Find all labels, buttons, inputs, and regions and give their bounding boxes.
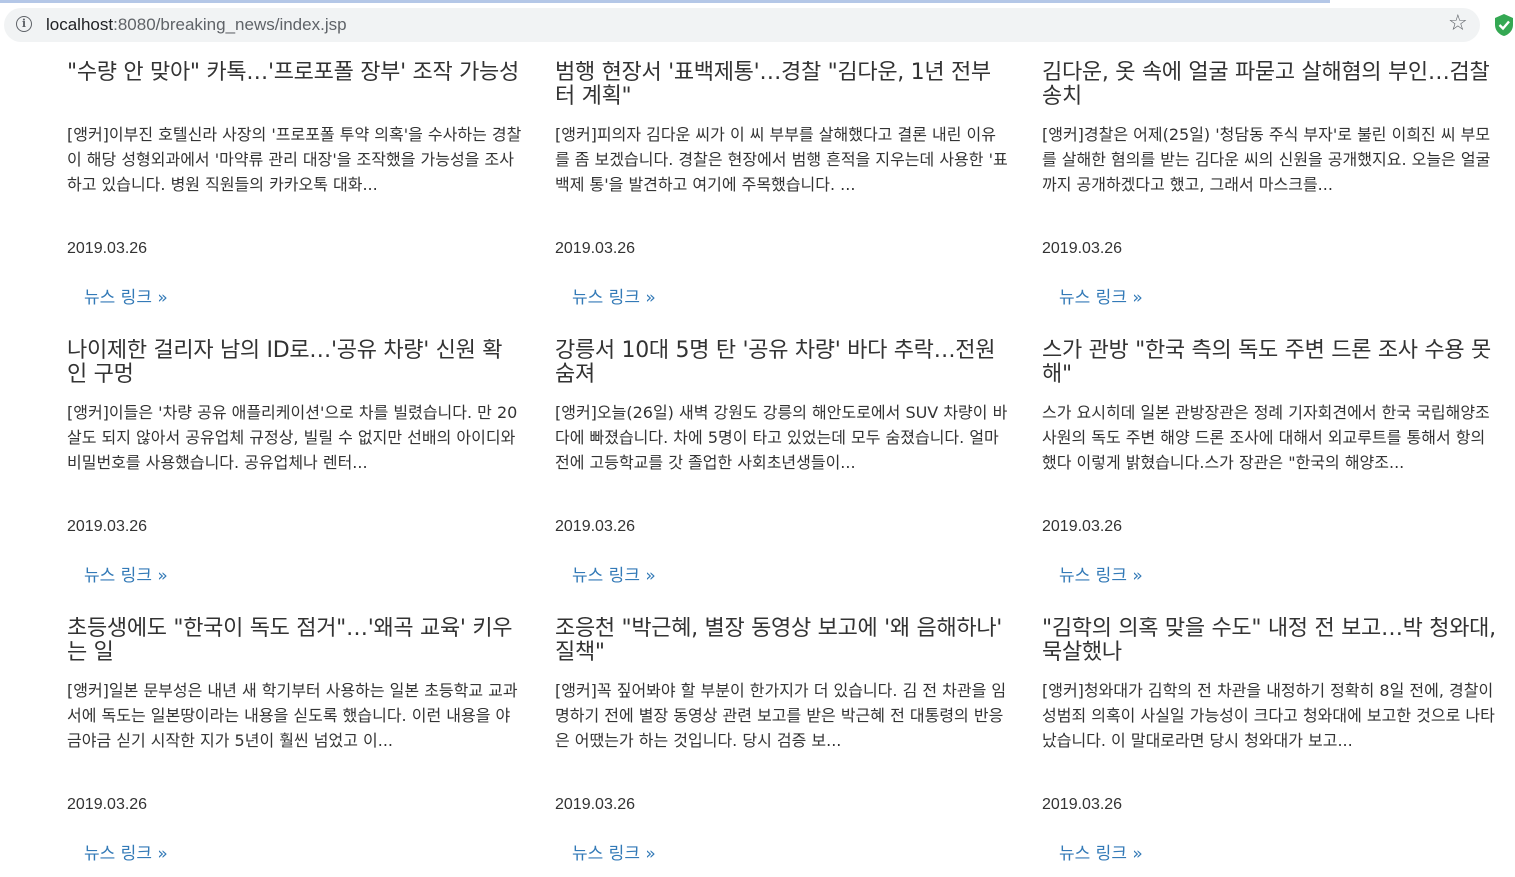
bookmark-star-icon[interactable]: ☆ (1448, 11, 1468, 36)
news-card: 범행 현장서 '표백제통'…경찰 "김다운, 1년 전부터 계획" [앵커]피의… (555, 61, 1010, 308)
news-summary: [앵커]이들은 '차량 공유 애플리케이션'으로 차를 빌렸습니다. 만 20살… (67, 403, 518, 472)
news-date: 2019.03.26 (1042, 796, 1123, 813)
news-date: 2019.03.26 (67, 518, 148, 535)
news-title: 강릉서 10대 5명 탄 '공유 차량' 바다 추락…전원 숨져 (555, 339, 996, 387)
info-icon[interactable]: i (16, 16, 32, 32)
news-title: 조응천 "박근혜, 별장 동영상 보고에 '왜 음해하나' 질책" (555, 617, 1003, 665)
news-link-button[interactable]: 뉴스 링크 » (1059, 283, 1143, 308)
news-card: "김학의 의혹 맞을 수도" 내정 전 보고…박 청와대, 묵살했나 [앵커]청… (1042, 617, 1497, 864)
news-link-button[interactable]: 뉴스 링크 » (1059, 561, 1143, 586)
news-date: 2019.03.26 (67, 240, 148, 257)
news-card: 김다운, 옷 속에 얼굴 파묻고 살해혐의 부인…검찰 송치 [앵커]경찰은 어… (1042, 61, 1497, 308)
news-link-button[interactable]: 뉴스 링크 » (572, 283, 656, 308)
news-summary: [앵커]이부진 호텔신라 사장의 '프로포폴 투약 의혹'을 수사하는 경찰이 … (67, 125, 522, 194)
news-link-button[interactable]: 뉴스 링크 » (84, 283, 168, 308)
news-card: 나이제한 걸리자 남의 ID로…'공유 차량' 신원 확인 구멍 [앵커]이들은… (67, 339, 522, 586)
news-link-button[interactable]: 뉴스 링크 » (572, 561, 656, 586)
news-link-button[interactable]: 뉴스 링크 » (572, 839, 656, 864)
news-summary: [앵커]청와대가 김학의 전 차관을 내정하기 정확히 8일 전에, 경찰이 성… (1042, 681, 1495, 750)
news-title: "수량 안 맞아" 카톡…'프로포폴 장부' 조작 가능성 (67, 61, 519, 85)
news-card: 초등생에도 "한국이 독도 점거"…'왜곡 교육' 키우는 일 [앵커]일본 문… (67, 617, 522, 864)
news-title: 김다운, 옷 속에 얼굴 파묻고 살해혐의 부인…검찰 송치 (1042, 61, 1490, 109)
news-link-button[interactable]: 뉴스 링크 » (84, 561, 168, 586)
news-summary: [앵커]일본 문부성은 내년 새 학기부터 사용하는 일본 초등학교 교과서에 … (67, 681, 518, 750)
news-card: 스가 관방 "한국 측의 독도 주변 드론 조사 수용 못 해" 스가 요시히데… (1042, 339, 1497, 586)
news-summary: 스가 요시히데 일본 관방장관은 정례 기자회견에서 한국 국립해양조사원의 독… (1042, 403, 1490, 472)
url-text[interactable]: localhost:8080/breaking_news/index.jsp (46, 15, 347, 35)
url-host: localhost (46, 15, 114, 34)
news-link-button[interactable]: 뉴스 링크 » (84, 839, 168, 864)
news-date: 2019.03.26 (555, 518, 636, 535)
news-summary: [앵커]피의자 김다운 씨가 이 씨 부부를 살해했다고 결론 내린 이유를 좀… (555, 125, 1008, 194)
news-date: 2019.03.26 (1042, 240, 1123, 257)
browser-address-bar: i localhost:8080/breaking_news/index.jsp… (0, 0, 1515, 50)
news-card: 조응천 "박근혜, 별장 동영상 보고에 '왜 음해하나' 질책" [앵커]꼭 … (555, 617, 1010, 864)
news-card: "수량 안 맞아" 카톡…'프로포폴 장부' 조작 가능성 [앵커]이부진 호텔… (67, 61, 522, 308)
shield-check-icon[interactable] (1493, 13, 1515, 37)
news-title: 나이제한 걸리자 남의 ID로…'공유 차량' 신원 확인 구멍 (67, 339, 503, 387)
news-summary: [앵커]경찰은 어제(25일) '청담동 주식 부자'로 불린 이희진 씨 부모… (1042, 125, 1491, 194)
url-path: :8080/breaking_news/index.jsp (113, 15, 347, 34)
tab-strip-edge (0, 0, 1330, 3)
news-date: 2019.03.26 (67, 796, 148, 813)
url-field[interactable]: i localhost:8080/breaking_news/index.jsp… (4, 8, 1480, 42)
news-date: 2019.03.26 (555, 796, 636, 813)
news-date: 2019.03.26 (555, 240, 636, 257)
news-link-button[interactable]: 뉴스 링크 » (1059, 839, 1143, 864)
news-summary: [앵커]꼭 짚어봐야 할 부분이 한가지가 더 있습니다. 김 전 차관을 임명… (555, 681, 1007, 750)
news-title: 범행 현장서 '표백제통'…경찰 "김다운, 1년 전부터 계획" (555, 61, 991, 109)
news-card: 강릉서 10대 5명 탄 '공유 차량' 바다 추락…전원 숨져 [앵커]오늘(… (555, 339, 1010, 586)
news-grid: "수량 안 맞아" 카톡…'프로포폴 장부' 조작 가능성 [앵커]이부진 호텔… (0, 0, 1515, 877)
news-title: 스가 관방 "한국 측의 독도 주변 드론 조사 수용 못 해" (1042, 339, 1491, 387)
news-date: 2019.03.26 (1042, 518, 1123, 535)
news-title: "김학의 의혹 맞을 수도" 내정 전 보고…박 청와대, 묵살했나 (1042, 617, 1496, 665)
news-summary: [앵커]오늘(26일) 새벽 강원도 강릉의 해안도로에서 SUV 차량이 바다… (555, 403, 1008, 472)
news-title: 초등생에도 "한국이 독도 점거"…'왜곡 교육' 키우는 일 (67, 617, 513, 665)
